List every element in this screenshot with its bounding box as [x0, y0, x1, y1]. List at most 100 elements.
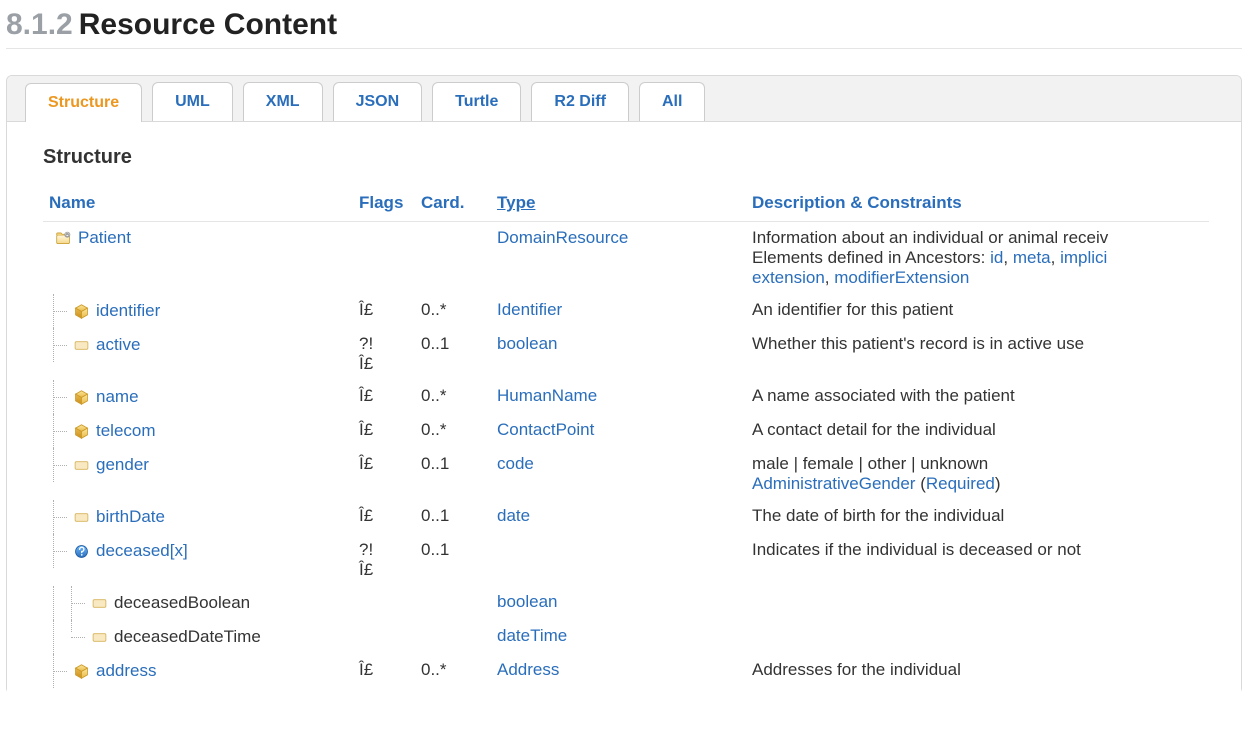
tree-gutter: [49, 386, 67, 408]
type-link[interactable]: code: [497, 454, 534, 473]
cardinality: 0..1: [421, 506, 449, 525]
cardinality: 0..1: [421, 454, 449, 473]
element-name[interactable]: deceased[x]: [96, 541, 188, 561]
type-link[interactable]: date: [497, 506, 530, 525]
ancestor-link[interactable]: modifierExtension: [834, 268, 969, 287]
flags: Î£: [359, 300, 373, 320]
cardinality: 0..*: [421, 300, 447, 319]
cube-icon: [73, 389, 90, 406]
description: A name associated with the patient: [752, 386, 1203, 406]
prim-icon: [91, 595, 108, 612]
table-row: deceasedDateTime dateTime: [43, 620, 1209, 654]
element-name[interactable]: identifier: [96, 301, 160, 321]
heading-number: 8.1.2: [6, 8, 73, 42]
type-link[interactable]: ContactPoint: [497, 420, 594, 439]
element-name[interactable]: gender: [96, 455, 149, 475]
description: The date of birth for the individual: [752, 506, 1203, 526]
table-row: active ?! Î£ 0..1 boolean Whether this patie…: [43, 328, 1209, 380]
table-row: deceased[x] ?! Î£ 0..1 Indicates if the ind…: [43, 534, 1209, 586]
section-title: Structure: [43, 146, 1209, 169]
ancestor-link[interactable]: meta: [1013, 248, 1051, 267]
tree-gutter: [49, 454, 67, 476]
flags: ?! Î£: [359, 540, 373, 580]
element-name[interactable]: active: [96, 335, 140, 355]
tab-structure[interactable]: Structure: [25, 83, 142, 122]
prim-icon: [73, 509, 90, 526]
description: Whether this patient's record is in acti…: [752, 334, 1203, 354]
tab-all[interactable]: All: [639, 82, 705, 121]
table-row: birthDate Î£ 0..1 date The date of birth for…: [43, 500, 1209, 534]
tree-gutter: [49, 660, 67, 682]
element-name: deceasedBoolean: [114, 593, 250, 613]
flags: Î£: [359, 454, 373, 474]
table-row: Patient DomainResource Information about a…: [43, 222, 1209, 295]
tab-r2-diff[interactable]: R2 Diff: [531, 82, 629, 121]
ancestor-link[interactable]: extension: [752, 268, 825, 287]
page-heading: 8.1.2 Resource Content: [6, 2, 1242, 49]
description: A contact detail for the individual: [752, 420, 1203, 440]
ancestor-link[interactable]: implici: [1060, 248, 1107, 267]
tree-gutter: [49, 626, 85, 648]
type-link[interactable]: boolean: [497, 334, 558, 353]
content-panel: Structure UML XML JSONTurtle R2 Diff All Stru…: [6, 75, 1242, 694]
prim-icon: [73, 457, 90, 474]
ancestor-link[interactable]: id: [990, 248, 1003, 267]
type-link[interactable]: Address: [497, 660, 559, 679]
cube-icon: [73, 423, 90, 440]
table-row: identifier Î£ 0..* Identifier An identifier …: [43, 294, 1209, 328]
table-row: name Î£ 0..* HumanName A name associated wit…: [43, 380, 1209, 414]
table-row: telecomÎ£0..*ContactPointA contact detai…: [43, 414, 1209, 448]
cube-icon: [73, 663, 90, 680]
col-name[interactable]: Name: [43, 187, 353, 222]
col-type[interactable]: Type: [491, 187, 746, 222]
tab-bar: Structure UML XML JSONTurtle R2 Diff All: [7, 76, 1241, 122]
tab-xml[interactable]: XML: [243, 82, 323, 121]
element-name[interactable]: birthDate: [96, 507, 165, 527]
binding-strength-link[interactable]: Required: [926, 474, 995, 493]
col-desc[interactable]: Description & Constraints: [746, 187, 1209, 222]
type-link[interactable]: DomainResource: [497, 228, 628, 247]
tab-turtle[interactable]: Turtle: [432, 82, 521, 121]
description: Addresses for the individual: [752, 660, 1203, 680]
element-name[interactable]: name: [96, 387, 139, 407]
type-link[interactable]: Identifier: [497, 300, 562, 319]
type-link[interactable]: dateTime: [497, 626, 567, 645]
table-row: deceasedBoolean boolean: [43, 586, 1209, 620]
element-name[interactable]: Patient: [78, 228, 131, 248]
flags: Î£: [359, 506, 373, 526]
tree-gutter: [49, 506, 67, 528]
structure-table: Name Flags Card. Type Description & Cons…: [43, 187, 1209, 688]
col-card[interactable]: Card.: [415, 187, 491, 222]
description: male | female | other | unknownAdministr…: [752, 454, 1203, 494]
tree-gutter: [49, 300, 67, 322]
choice-icon: [73, 543, 90, 560]
prim-icon: [73, 337, 90, 354]
tree-gutter: [49, 420, 67, 442]
table-row: addressÎ£0..*AddressAddresses for the in…: [43, 654, 1209, 688]
description: An identifier for this patient: [752, 300, 1203, 320]
element-name: deceasedDateTime: [114, 627, 261, 647]
cardinality: 0..1: [421, 540, 449, 559]
table-row: gender Î£ 0..1 code male | female | other | …: [43, 448, 1209, 500]
tab-uml[interactable]: UML: [152, 82, 233, 121]
flags: Î£: [359, 386, 373, 406]
cardinality: 0..1: [421, 334, 449, 353]
heading-title: Resource Content: [79, 8, 337, 42]
cardinality: 0..*: [421, 386, 447, 405]
tree-gutter: [49, 592, 85, 614]
flags: ?! Î£: [359, 334, 373, 374]
element-name[interactable]: address: [96, 661, 156, 681]
col-flags[interactable]: Flags: [353, 187, 415, 222]
folder-icon: [55, 230, 72, 247]
type-link[interactable]: boolean: [497, 592, 558, 611]
element-name[interactable]: telecom: [96, 421, 156, 441]
prim-icon: [91, 629, 108, 646]
description: Information about an individual or anima…: [752, 228, 1203, 288]
type-link[interactable]: HumanName: [497, 386, 597, 405]
tree-gutter: [49, 334, 67, 356]
flags: Î£: [359, 420, 373, 440]
description: Indicates if the individual is deceased …: [752, 540, 1203, 560]
binding-link[interactable]: AdministrativeGender: [752, 474, 915, 493]
flags: Î£: [359, 660, 373, 680]
tab-json[interactable]: JSON: [333, 82, 423, 121]
